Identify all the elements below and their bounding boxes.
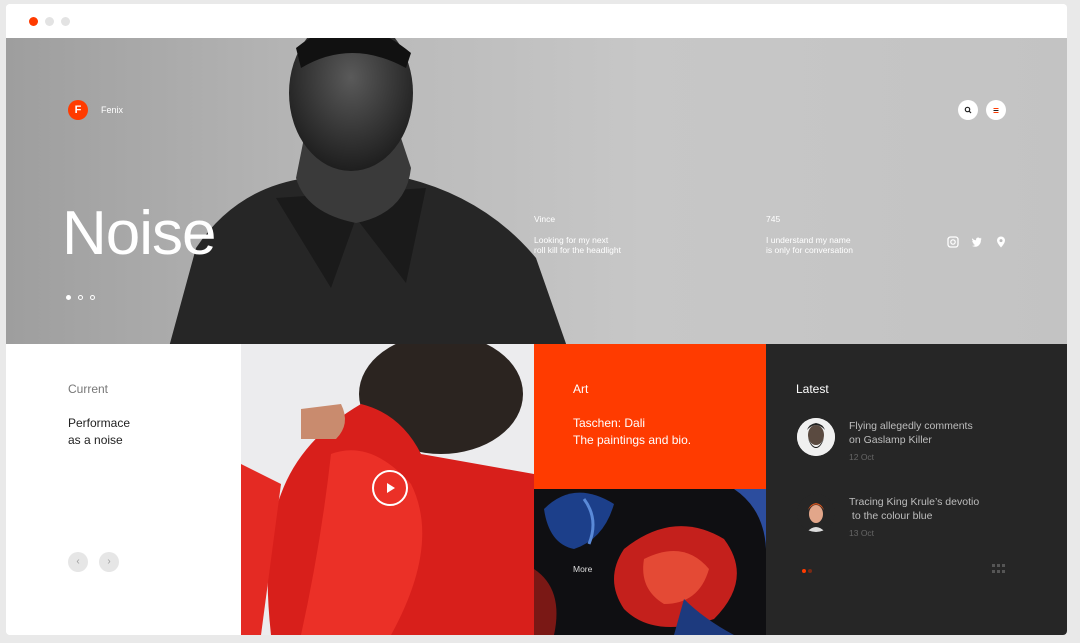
pager-dot-3[interactable] [90, 295, 95, 300]
instagram-icon[interactable] [947, 236, 959, 248]
art-panel[interactable]: Art Taschen: Dali The paintings and bio. [534, 344, 766, 489]
pager-dot-1[interactable] [66, 295, 71, 300]
latest-pager-dot-1[interactable] [802, 569, 806, 573]
news-title-1a[interactable]: Flying allegedly comments [849, 419, 973, 433]
flower-painting [534, 489, 766, 635]
hero-banner: F Fenix Noise Vince Looking for my next … [6, 38, 1067, 344]
close-dot[interactable] [29, 17, 38, 26]
latest-pager-dot-2[interactable] [808, 569, 812, 573]
search-button[interactable] [958, 100, 978, 120]
current-panel: Current Performace as a noise ‹ › [6, 344, 241, 635]
hero-meta-title-1: Vince [534, 214, 556, 224]
news-date-1: 12 Oct [849, 452, 875, 462]
avatar-bearded-man [797, 418, 835, 456]
play-button[interactable] [372, 470, 408, 506]
current-title-line-2[interactable]: as a noise [68, 433, 123, 447]
next-arrow-button[interactable]: › [99, 552, 119, 572]
avatar[interactable] [797, 494, 835, 532]
menu-button[interactable] [986, 100, 1006, 120]
maximize-dot[interactable] [61, 17, 70, 26]
art-label: Art [573, 382, 589, 396]
news-date-2: 13 Oct [849, 528, 875, 538]
hero-title: Noise [62, 199, 217, 268]
news-title-2b[interactable]: to the colour blue [849, 509, 933, 523]
more-link[interactable]: More [573, 564, 592, 574]
grid-view-icon[interactable] [992, 564, 1005, 574]
latest-panel: Latest Flying allegedly comments on Gasl… [766, 344, 1067, 635]
brand-name[interactable]: Fenix [101, 105, 123, 115]
title-bar [6, 4, 1067, 38]
avatar-red-haired-man [797, 494, 835, 532]
pager-dot-2[interactable] [78, 295, 83, 300]
prev-arrow-button[interactable]: ‹ [68, 552, 88, 572]
avatar[interactable] [797, 418, 835, 456]
hero-meta-title-2: 745 [766, 214, 781, 224]
current-label: Current [68, 382, 109, 396]
video-panel[interactable] [241, 344, 534, 635]
location-pin-icon[interactable] [995, 236, 1007, 248]
hero-meta-line-2a: I understand my name [766, 235, 851, 245]
brand-logo[interactable]: F [68, 100, 88, 120]
twitter-icon[interactable] [971, 236, 983, 248]
hero-model-photo [169, 38, 567, 344]
minimize-dot[interactable] [45, 17, 54, 26]
latest-label: Latest [796, 382, 829, 396]
news-title-1b[interactable]: on Gaslamp Killer [849, 433, 932, 447]
search-icon [964, 106, 972, 114]
browser-window: F Fenix Noise Vince Looking for my next … [6, 4, 1067, 635]
hero-meta-line-1a: Looking for my next [534, 235, 609, 245]
art-title-line-2: The paintings and bio. [573, 433, 692, 447]
news-title-2a[interactable]: Tracing King Krule’s devotio [849, 495, 979, 509]
art-title-line-1: Taschen: Dali [573, 416, 646, 430]
play-icon [387, 483, 395, 493]
current-title-line-1[interactable]: Performace [68, 416, 130, 430]
art-image-panel[interactable]: More [534, 489, 766, 635]
hero-meta-line-2b: is only for conversation [766, 245, 853, 255]
hero-meta-line-1b: roll kill for the headlight [534, 245, 621, 255]
menu-icon [993, 108, 999, 113]
